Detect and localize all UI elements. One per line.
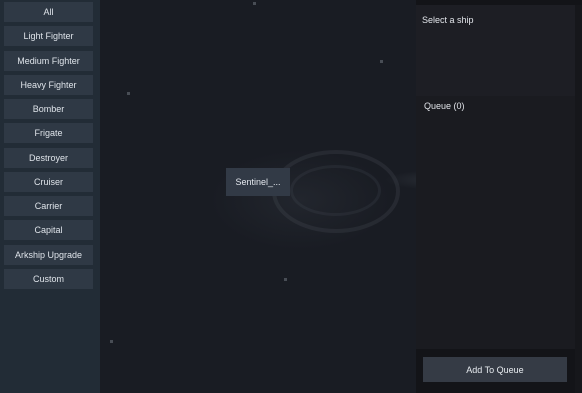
background-star xyxy=(380,60,383,63)
ship-chip-sentinel[interactable]: Sentinel_... xyxy=(226,168,290,196)
category-button-frigate[interactable]: Frigate xyxy=(4,123,93,143)
queue-box: Queue (0) xyxy=(416,96,575,349)
category-button-heavy-fighter[interactable]: Heavy Fighter xyxy=(4,75,93,95)
category-button-light-fighter[interactable]: Light Fighter xyxy=(4,26,93,46)
select-ship-title: Select a ship xyxy=(422,15,474,25)
category-button-bomber[interactable]: Bomber xyxy=(4,99,93,119)
category-button-cruiser[interactable]: Cruiser xyxy=(4,172,93,192)
category-button-destroyer[interactable]: Destroyer xyxy=(4,148,93,168)
category-button-all[interactable]: All xyxy=(4,2,93,22)
panel-scrollbar-track[interactable] xyxy=(575,5,582,393)
category-button-custom[interactable]: Custom xyxy=(4,269,93,289)
add-to-queue-button[interactable]: Add To Queue xyxy=(423,357,567,382)
queue-title: Queue (0) xyxy=(424,101,465,111)
category-sidebar: All Light Fighter Medium Fighter Heavy F… xyxy=(0,0,100,393)
ship-model-silhouette-inner xyxy=(290,165,381,216)
ship-select-box[interactable]: Select a ship xyxy=(416,5,575,98)
background-star xyxy=(110,340,113,343)
category-button-capital[interactable]: Capital xyxy=(4,220,93,240)
background-star xyxy=(253,2,256,5)
category-button-medium-fighter[interactable]: Medium Fighter xyxy=(4,51,93,71)
category-button-arkship-upgrade[interactable]: Arkship Upgrade xyxy=(4,245,93,265)
background-star xyxy=(284,278,287,281)
ship-preview-viewport[interactable] xyxy=(100,0,416,393)
background-star xyxy=(127,92,130,95)
category-button-carrier[interactable]: Carrier xyxy=(4,196,93,216)
